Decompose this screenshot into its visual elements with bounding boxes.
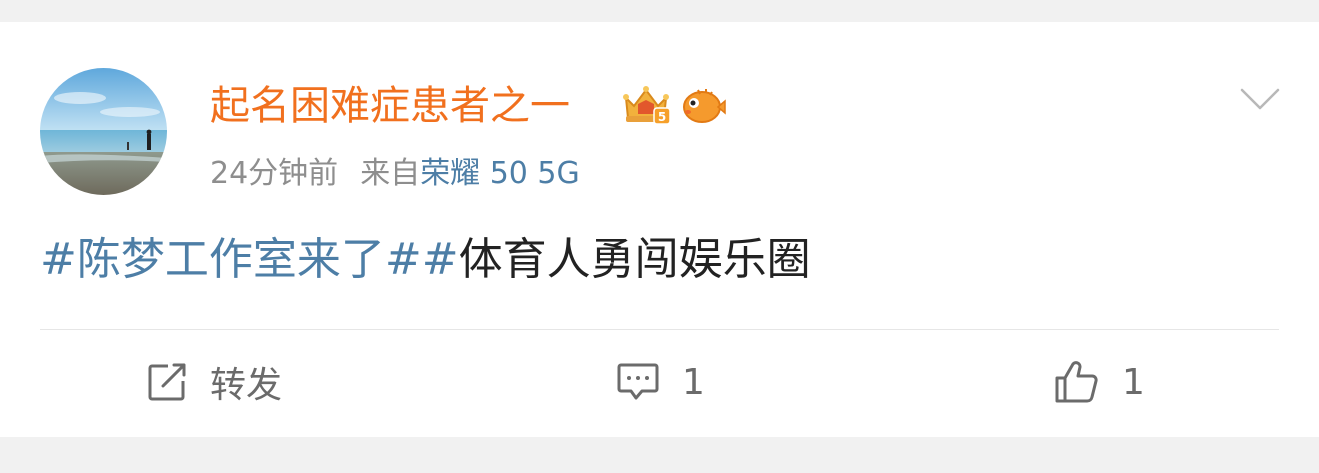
repost-label: 转发 — [210, 365, 283, 406]
topic-link-hash[interactable]: # — [422, 234, 459, 285]
comment-icon — [617, 363, 659, 400]
repost-button[interactable]: 转发 — [146, 358, 282, 406]
username[interactable]: 起名困难症患者之一 — [210, 80, 570, 132]
post-content: #陈梦工作室来了##体育人勇闯娱乐圈 — [40, 232, 811, 288]
thumbs-up-icon — [1055, 361, 1098, 403]
user-badges: 5 — [618, 84, 726, 128]
post-text: 体育人勇闯娱乐圈 — [458, 234, 811, 285]
crown-level-badge-icon[interactable]: 5 — [618, 84, 674, 128]
pufferfish-badge-icon[interactable] — [680, 84, 726, 128]
svg-text:5: 5 — [658, 110, 666, 124]
source-prefix: 来自 — [360, 156, 421, 191]
avatar-beach-image — [40, 68, 167, 195]
like-button[interactable]: 1 — [1054, 358, 1145, 406]
like-count: 1 — [1122, 361, 1145, 403]
avatar[interactable] — [40, 68, 167, 195]
chevron-down-icon[interactable] — [1238, 84, 1282, 114]
post-meta: 24分钟前 来自荣耀 50 5G — [210, 152, 580, 196]
divider — [40, 329, 1279, 330]
post-time: 24分钟前 — [210, 156, 339, 191]
comment-button[interactable]: 1 — [616, 358, 705, 406]
topic-link[interactable]: #陈梦工作室来了# — [40, 234, 422, 285]
weibo-post-card: 起名困难症患者之一 5 24分钟前 来自荣耀 50 5G #陈梦工作室来了##体育… — [0, 22, 1319, 437]
source-device[interactable]: 荣耀 50 5G — [420, 156, 580, 191]
share-edit-icon — [148, 363, 186, 401]
comment-count: 1 — [682, 361, 705, 403]
